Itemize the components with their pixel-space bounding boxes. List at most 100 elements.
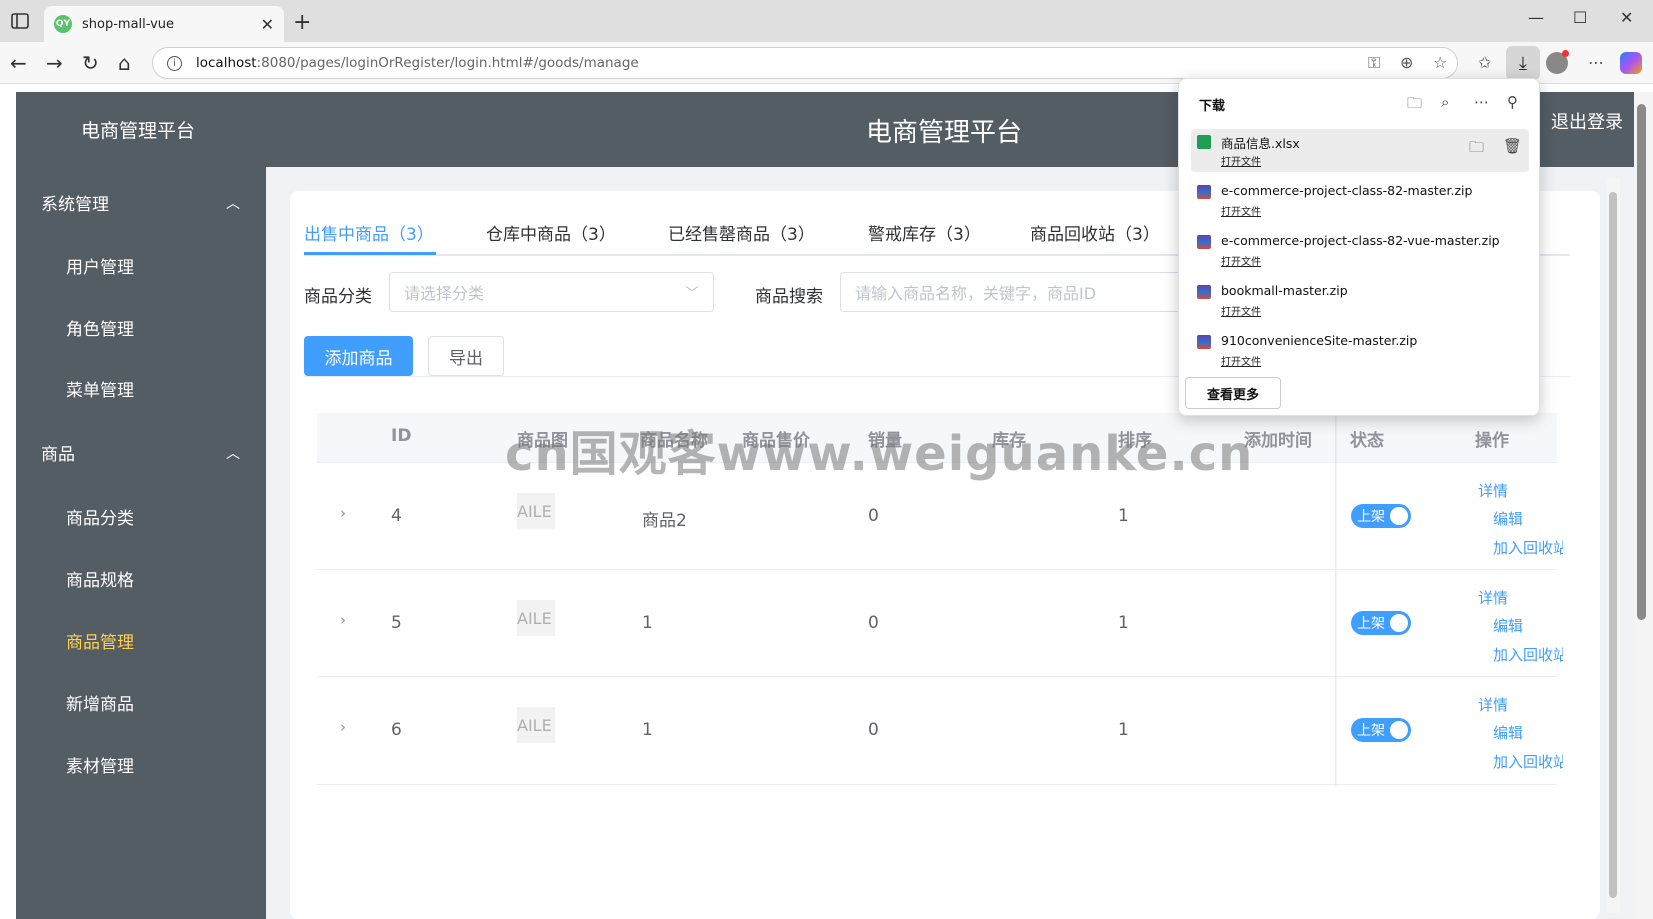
open-file-link[interactable]: 打开文件 xyxy=(1221,303,1261,318)
download-item[interactable]: bookmall-master.zip 打开文件 xyxy=(1191,279,1529,322)
edit-link[interactable]: 编辑 xyxy=(1493,615,1523,636)
goods-image: AILE xyxy=(517,493,555,529)
copilot-icon[interactable] xyxy=(1620,52,1642,74)
sidebar-item-categories[interactable]: 商品分类 xyxy=(66,504,134,529)
show-in-folder-icon[interactable]: 🗀 xyxy=(1469,137,1484,162)
download-item[interactable]: 商品信息.xlsx 打开文件 🗀 🗑 xyxy=(1191,129,1529,172)
tab-recycle-bin[interactable]: 商品回收站（3） xyxy=(1030,220,1160,245)
download-icon[interactable]: ⤓ xyxy=(1506,46,1540,80)
status-switch[interactable]: 上架 xyxy=(1351,718,1411,742)
sidebar-toggle-icon[interactable] xyxy=(10,11,30,31)
more-icon[interactable]: ⋯ xyxy=(1474,93,1489,111)
back-icon[interactable]: ← xyxy=(10,51,27,75)
expand-row-icon[interactable]: › xyxy=(340,718,346,736)
inner-scrollbar-thumb[interactable] xyxy=(1609,192,1617,898)
edit-link[interactable]: 编辑 xyxy=(1493,508,1523,529)
goods-image: AILE xyxy=(517,600,555,636)
address-input[interactable]: i localhost:8080/pages/loginOrRegister/l… xyxy=(152,47,1458,79)
info-icon[interactable]: i xyxy=(167,55,182,71)
sidebar-item-roles[interactable]: 角色管理 xyxy=(66,315,134,340)
zip-file-icon xyxy=(1197,335,1211,349)
expand-row-icon[interactable]: › xyxy=(340,504,346,522)
th-id: ID xyxy=(391,426,412,446)
favicon-icon: QY xyxy=(54,15,72,33)
home-icon[interactable]: ⌂ xyxy=(118,51,131,75)
goods-image: AILE xyxy=(517,707,555,743)
th-actions: 操作 xyxy=(1475,431,1509,451)
favorite-star-icon[interactable]: ☆ xyxy=(1433,53,1447,72)
recycle-link[interactable]: 加入回收站 xyxy=(1493,644,1563,665)
download-item[interactable]: e-commerce-project-class-82-master.zip 打… xyxy=(1191,179,1529,222)
download-filename: bookmall-master.zip xyxy=(1221,283,1348,298)
sidebar-item-users[interactable]: 用户管理 xyxy=(66,253,134,278)
cell-sort: 1 xyxy=(1118,613,1129,633)
pin-icon[interactable]: ⚲ xyxy=(1507,93,1518,111)
watermark: cn国观客www.weiguanke.cn xyxy=(505,426,1254,482)
add-goods-button[interactable]: 添加商品 xyxy=(304,336,413,376)
key-icon[interactable]: ⚿ xyxy=(1368,53,1380,73)
detail-link[interactable]: 详情 xyxy=(1478,587,1508,608)
sidebar-item-specs[interactable]: 商品规格 xyxy=(66,566,134,591)
sidebar-group-goods[interactable]: 商品 xyxy=(41,440,75,465)
status-switch[interactable]: 上架 xyxy=(1351,611,1411,635)
download-item[interactable]: 910convenienceSite-master.zip 打开文件 xyxy=(1191,329,1529,372)
detail-link[interactable]: 详情 xyxy=(1478,694,1508,715)
minimize-icon[interactable]: — xyxy=(1528,8,1544,27)
detail-link[interactable]: 详情 xyxy=(1478,480,1508,501)
tab-sold-out[interactable]: 已经售罄商品（3） xyxy=(668,220,815,245)
zoom-icon[interactable]: ⊕ xyxy=(1400,53,1413,72)
tab-on-sale[interactable]: 出售中商品（3） xyxy=(304,220,434,245)
new-tab-icon[interactable]: + xyxy=(293,10,311,35)
cell-id: 5 xyxy=(391,613,402,633)
more-icon[interactable]: ⋯ xyxy=(1588,53,1604,72)
delete-icon[interactable]: 🗑 xyxy=(1503,137,1522,155)
tab-close-icon[interactable]: ✕ xyxy=(261,15,274,34)
favorites-icon[interactable]: ✩ xyxy=(1478,53,1491,72)
search-icon[interactable]: ⌕ xyxy=(1441,93,1449,111)
maximize-icon[interactable]: ☐ xyxy=(1573,8,1587,27)
tab-stock-alert[interactable]: 警戒库存（3） xyxy=(868,220,981,245)
status-switch[interactable]: 上架 xyxy=(1351,504,1411,528)
open-file-link[interactable]: 打开文件 xyxy=(1221,203,1261,218)
edit-link[interactable]: 编辑 xyxy=(1493,722,1523,743)
reload-icon[interactable]: ↻ xyxy=(82,51,99,75)
page-title: 电商管理平台 xyxy=(866,118,1023,148)
open-file-link[interactable]: 打开文件 xyxy=(1221,353,1261,368)
download-item[interactable]: e-commerce-project-class-82-vue-master.z… xyxy=(1191,229,1529,272)
sidebar: 系统管理 ︿ 用户管理 角色管理 菜单管理 商品 ︿ 商品分类 商品规格 商品管… xyxy=(16,167,266,919)
page-scrollbar-thumb[interactable] xyxy=(1637,104,1646,620)
sidebar-item-materials[interactable]: 素材管理 xyxy=(66,752,134,777)
th-status: 状态 xyxy=(1350,431,1384,451)
see-more-button[interactable]: 查看更多 xyxy=(1185,377,1281,409)
open-file-link[interactable]: 打开文件 xyxy=(1221,153,1261,168)
chevron-up-icon[interactable]: ︿ xyxy=(226,443,240,463)
category-select[interactable]: 请选择分类 ﹀ xyxy=(389,272,714,312)
tab-title: shop-mall-vue xyxy=(82,16,175,32)
cell-id: 4 xyxy=(391,506,402,526)
cell-id: 6 xyxy=(391,720,402,740)
switch-knob xyxy=(1390,721,1408,739)
search-input[interactable]: 请输入商品名称，关键字，商品ID xyxy=(840,272,1180,312)
window-close-icon[interactable]: ✕ xyxy=(1620,8,1633,27)
zip-file-icon xyxy=(1197,185,1211,199)
expand-row-icon[interactable]: › xyxy=(340,611,346,629)
sidebar-item-menus[interactable]: 菜单管理 xyxy=(66,376,134,401)
open-file-link[interactable]: 打开文件 xyxy=(1221,253,1261,268)
chevron-up-icon[interactable]: ︿ xyxy=(226,193,240,213)
switch-label: 上架 xyxy=(1357,723,1385,739)
export-button[interactable]: 导出 xyxy=(428,336,504,376)
recycle-link[interactable]: 加入回收站 xyxy=(1493,537,1563,558)
download-filename: e-commerce-project-class-82-vue-master.z… xyxy=(1221,233,1500,248)
browser-tab[interactable]: QY shop-mall-vue ✕ xyxy=(44,6,284,42)
switch-knob xyxy=(1390,614,1408,632)
recycle-link[interactable]: 加入回收站 xyxy=(1493,751,1563,772)
tab-warehouse[interactable]: 仓库中商品（3） xyxy=(486,220,616,245)
open-folder-icon[interactable]: 🗀 xyxy=(1407,93,1422,118)
category-label: 商品分类 xyxy=(304,287,372,307)
cell-sort: 1 xyxy=(1118,506,1129,526)
logout-button[interactable]: 退出登录 xyxy=(1551,108,1623,134)
sidebar-item-add-goods[interactable]: 新增商品 xyxy=(66,690,134,715)
sidebar-group-system[interactable]: 系统管理 xyxy=(41,190,109,215)
sidebar-item-goods-manage[interactable]: 商品管理 xyxy=(66,628,134,653)
forward-icon[interactable]: → xyxy=(46,51,63,75)
